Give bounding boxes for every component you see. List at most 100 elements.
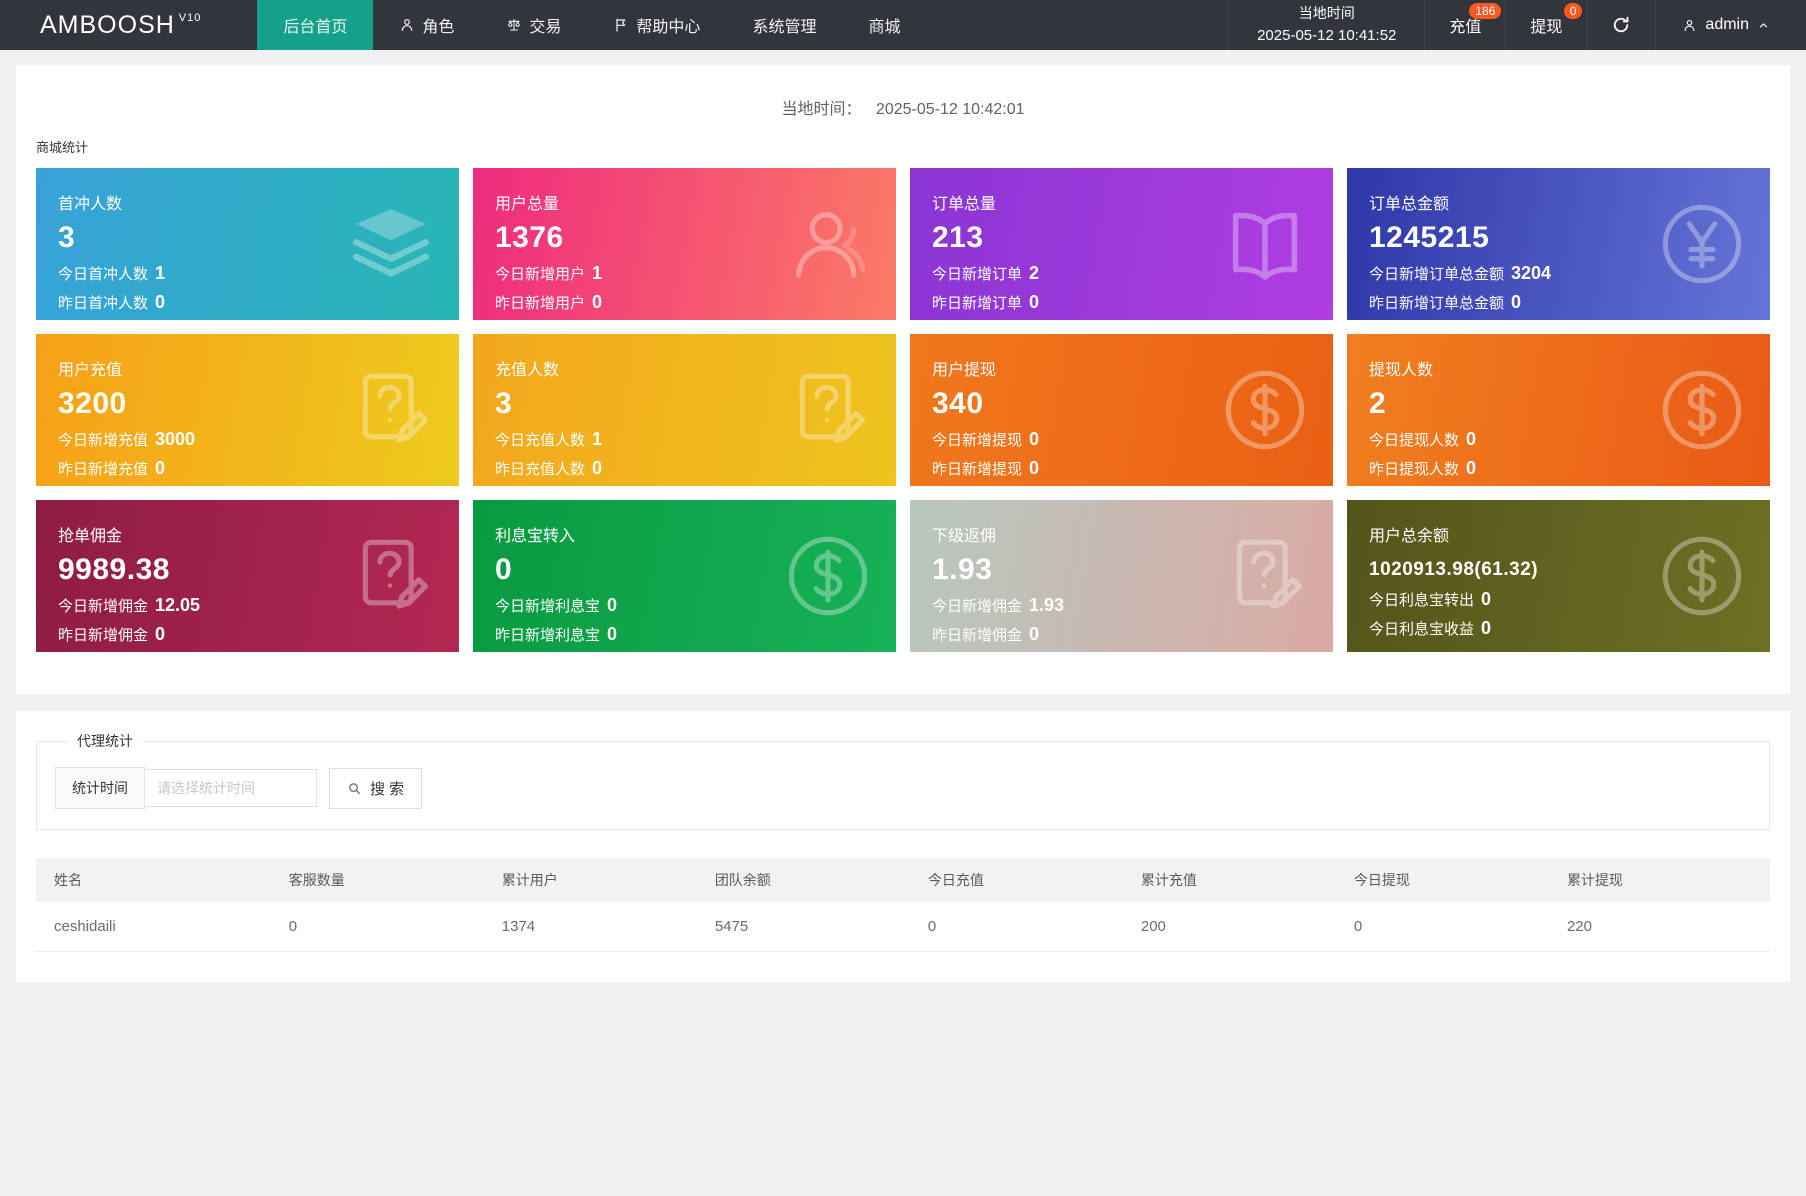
search-button-label: 搜 索 bbox=[370, 780, 405, 798]
card-sub-label: 今日新增充值 bbox=[58, 432, 149, 449]
card-sub-label: 今日新增提现 bbox=[932, 432, 1023, 449]
card-sub-label: 昨日新增用户 bbox=[495, 295, 586, 312]
table-row: ceshidaili 0 1374 5475 0 200 0 220 bbox=[36, 902, 1770, 952]
card-sub-value: 0 bbox=[592, 292, 603, 312]
card-sub-label: 今日新增利息宝 bbox=[495, 598, 601, 615]
card-sub-label: 昨日新增佣金 bbox=[932, 627, 1023, 644]
card-sub-label: 今日新增订单 bbox=[932, 266, 1023, 283]
book-icon bbox=[1221, 200, 1309, 288]
card-sub-value: 2 bbox=[1029, 263, 1040, 283]
card-sub-label: 昨日新增充值 bbox=[58, 461, 149, 478]
table-column-header: 姓名 bbox=[36, 858, 279, 902]
card-sub-label: 今日利息宝转出 bbox=[1369, 592, 1475, 609]
card-sub-label: 今日充值人数 bbox=[495, 432, 586, 449]
stat-card-total-order-amount: 订单总金额 1245215 今日新增订单总金额 3204 昨日新增订单总金额 0 bbox=[1347, 168, 1770, 320]
table-cell: ceshidaili bbox=[36, 902, 279, 952]
nav-right: 当地时间 2025-05-12 10:41:52 充值 186 提现 0 adm… bbox=[1228, 0, 1806, 50]
card-sub-line: 昨日新增充值 0 bbox=[58, 458, 437, 479]
panel-local-time-label: 当地时间： bbox=[781, 101, 862, 118]
doc-question-icon bbox=[347, 366, 435, 454]
brand-version: V10 bbox=[178, 12, 202, 24]
nav-item-trade[interactable]: 交易 bbox=[480, 0, 587, 50]
person-icon bbox=[1682, 18, 1697, 33]
card-sub-label: 昨日新增提现 bbox=[932, 461, 1023, 478]
card-sub-value: 0 bbox=[155, 624, 166, 644]
card-sub-value: 1 bbox=[155, 263, 166, 283]
card-sub-label: 昨日首冲人数 bbox=[58, 295, 149, 312]
card-sub-value: 12.05 bbox=[155, 595, 201, 615]
stat-card-sub-rebate: 下级返佣 1.93 今日新增佣金 1.93 昨日新增佣金 0 bbox=[910, 500, 1333, 652]
search-button[interactable]: 搜 索 bbox=[329, 767, 423, 809]
recharge-nav-button[interactable]: 充值 186 bbox=[1424, 0, 1505, 50]
card-sub-label: 昨日充值人数 bbox=[495, 461, 586, 478]
brand-logo: AMBOOSH V10 bbox=[0, 0, 257, 50]
table-cell: 5475 bbox=[704, 902, 918, 952]
agent-panel: 代理统计 统计时间 搜 索 姓名客服数量累计用户团队余额今日充值累计充值今日提现… bbox=[16, 711, 1790, 982]
table-column-header: 累计用户 bbox=[491, 858, 705, 902]
withdraw-badge: 0 bbox=[1563, 3, 1583, 19]
user-menu[interactable]: admin bbox=[1655, 0, 1806, 50]
card-sub-line: 昨日新增利息宝 0 bbox=[495, 624, 874, 645]
stat-card-user-total-balance: 用户总余额 1020913.98(61.32) 今日利息宝转出 0 今日利息宝收益 0 bbox=[1347, 500, 1770, 652]
nav-item-home[interactable]: 后台首页 bbox=[257, 0, 374, 50]
card-sub-value: 0 bbox=[592, 458, 603, 478]
card-sub-value: 1 bbox=[592, 429, 603, 449]
card-sub-label: 今日提现人数 bbox=[1369, 432, 1460, 449]
card-sub-label: 今日新增用户 bbox=[495, 266, 586, 283]
nav-item-help-center[interactable]: 帮助中心 bbox=[587, 0, 726, 50]
local-time-label: 当地时间 bbox=[1298, 4, 1355, 21]
doc-question-icon bbox=[1221, 532, 1309, 620]
dollar-circle-icon bbox=[784, 532, 872, 620]
card-sub-label: 昨日新增佣金 bbox=[58, 627, 149, 644]
nav-item-label: 角色 bbox=[422, 19, 455, 36]
card-sub-value: 3204 bbox=[1511, 263, 1552, 283]
card-sub-label: 今日新增佣金 bbox=[932, 598, 1023, 615]
nav-item-roles[interactable]: 角色 bbox=[373, 0, 480, 50]
table-cell: 0 bbox=[1343, 902, 1557, 952]
stat-card-order-commission: 抢单佣金 9989.38 今日新增佣金 12.05 昨日新增佣金 0 bbox=[36, 500, 459, 652]
dollar-circle-icon bbox=[1658, 532, 1746, 620]
card-sub-value: 0 bbox=[1511, 292, 1522, 312]
scales-icon bbox=[506, 17, 522, 33]
card-sub-label: 今日新增订单总金额 bbox=[1369, 266, 1505, 283]
stat-card-recharge-users: 充值人数 3 今日充值人数 1 昨日充值人数 0 bbox=[473, 334, 896, 486]
layers-icon bbox=[347, 200, 435, 288]
card-sub-value: 0 bbox=[1029, 292, 1040, 312]
table-cell: 0 bbox=[917, 902, 1131, 952]
nav-item-label: 帮助中心 bbox=[636, 19, 701, 36]
card-sub-value: 0 bbox=[1466, 458, 1477, 478]
stat-card-user-withdraw: 用户提现 340 今日新增提现 0 昨日新增提现 0 bbox=[910, 334, 1333, 486]
section-title: 商城统计 bbox=[36, 140, 89, 155]
card-sub-label: 今日新增佣金 bbox=[58, 598, 149, 615]
flag-icon bbox=[613, 17, 629, 33]
nav-item-label: 系统管理 bbox=[752, 19, 817, 36]
panel-local-time-value: 2025-05-12 10:42:01 bbox=[875, 101, 1025, 118]
stat-card-first-recharge-users: 首冲人数 3 今日首冲人数 1 昨日首冲人数 0 bbox=[36, 168, 459, 320]
card-sub-value: 0 bbox=[607, 595, 618, 615]
table-column-header: 今日充值 bbox=[917, 858, 1131, 902]
card-sub-line: 昨日新增订单总金额 0 bbox=[1369, 292, 1748, 313]
top-nav: AMBOOSH V10 后台首页 角色 交易 帮助中心 系统管理 商城 当地时间 2025… bbox=[0, 0, 1806, 50]
nav-item-system[interactable]: 系统管理 bbox=[726, 0, 842, 50]
refresh-button[interactable] bbox=[1586, 0, 1655, 50]
agent-table: 姓名 客服数量 累计用户 团队余额 今日充值 累计充值 今日提现 累计提现 ceshidail… bbox=[36, 858, 1770, 952]
dollar-circle-icon bbox=[1658, 366, 1746, 454]
table-header-row: 姓名 客服数量 累计用户 团队余额 今日充值 累计充值 今日提现 累计提现 bbox=[36, 858, 1770, 902]
table-cell: 1374 bbox=[491, 902, 705, 952]
card-sub-line: 昨日首冲人数 0 bbox=[58, 292, 437, 313]
withdraw-nav-button[interactable]: 提现 0 bbox=[1505, 0, 1586, 50]
filter-row: 统计时间 搜 索 bbox=[55, 767, 1751, 809]
person-icon bbox=[399, 17, 415, 33]
yen-circle-icon bbox=[1658, 200, 1746, 288]
table-cell: 0 bbox=[278, 902, 492, 952]
nav-item-mall[interactable]: 商城 bbox=[842, 0, 926, 50]
chevron-up-icon bbox=[1757, 19, 1770, 32]
stat-card-user-recharge: 用户充值 3200 今日新增充值 3000 昨日新增充值 0 bbox=[36, 334, 459, 486]
table-cell: 200 bbox=[1130, 902, 1344, 952]
refresh-icon bbox=[1611, 15, 1631, 35]
table-cell: 220 bbox=[1556, 902, 1770, 952]
card-sub-value: 0 bbox=[1029, 624, 1040, 644]
stat-time-input[interactable] bbox=[145, 769, 317, 807]
search-icon bbox=[347, 781, 362, 796]
stat-cards-grid: 首冲人数 3 今日首冲人数 1 昨日首冲人数 0 用户总量 1376 今日新增用户 1 昨日新增用户… bbox=[36, 168, 1770, 652]
